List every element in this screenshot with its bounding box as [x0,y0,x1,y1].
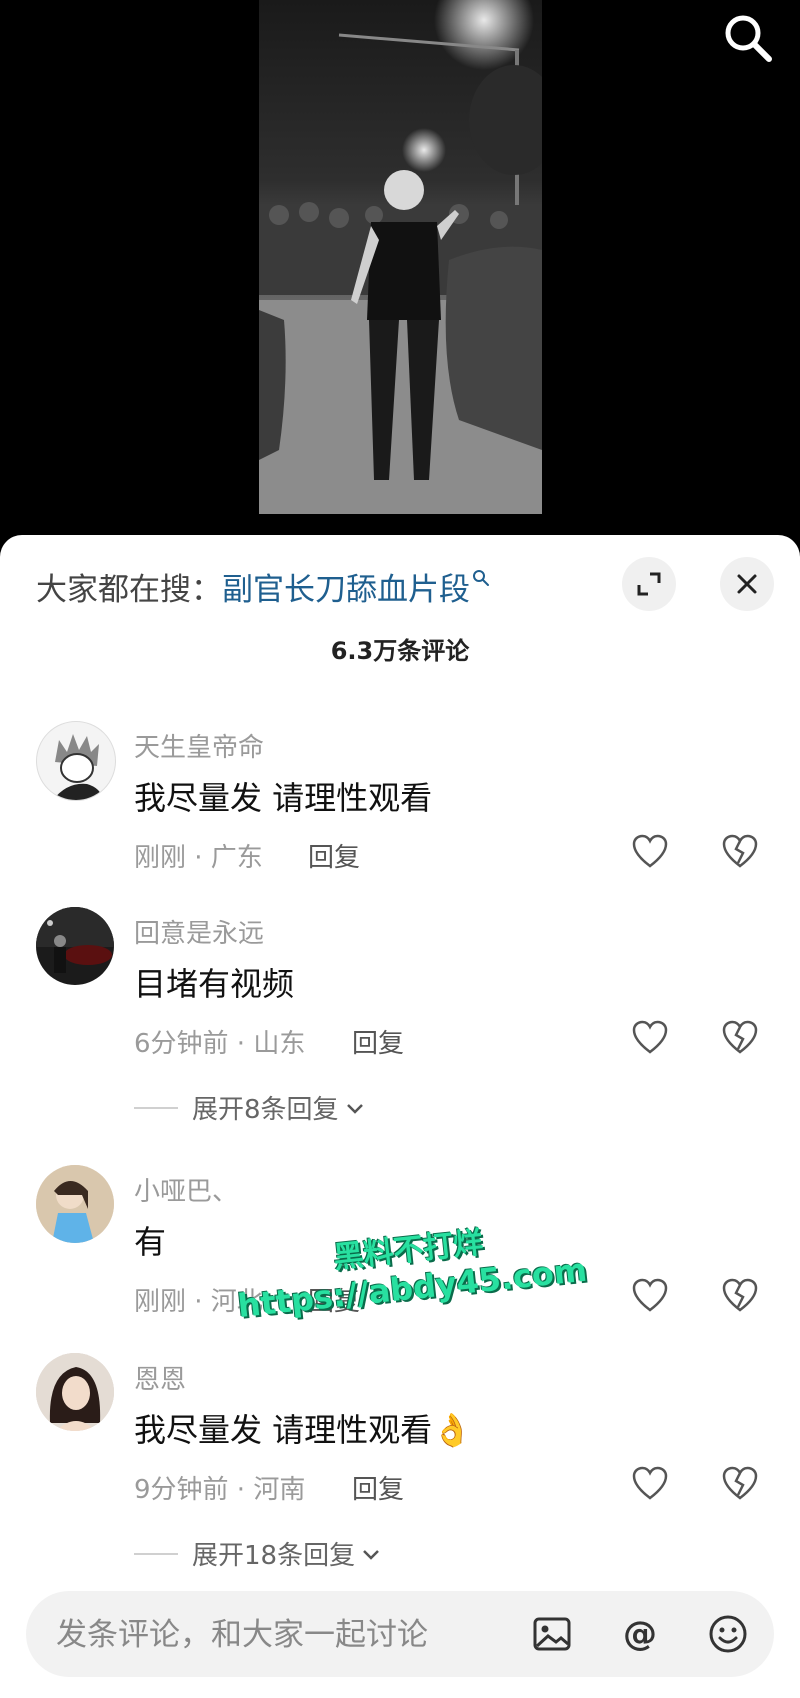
comment-meta: 刚刚 · 广东 [134,843,263,873]
trending-search[interactable]: 大家都在搜： 副官长刀舔血片段 [36,561,490,611]
heart-icon[interactable] [630,831,670,871]
trending-search-term[interactable]: 副官长刀舔血片段 [222,564,470,609]
divider [134,1106,178,1109]
close-button[interactable] [720,557,774,611]
heart-icon[interactable] [630,1463,670,1503]
avatar-image [36,907,114,973]
comment-text: 有 [134,1223,167,1261]
chevron-down-icon [363,1549,379,1560]
comment-item: 天生皇帝命 我尽量发 请理性观看 刚刚 · 广东 回复 [0,721,800,881]
expand-replies-button[interactable]: 展开18条回复 [134,1535,383,1572]
comment-text: 我尽量发 请理性观看👌 [134,1411,473,1449]
comment-meta: 9分钟前 · 河南 [134,1475,306,1505]
svg-text:@: @ [623,1614,657,1654]
divider [134,1552,178,1555]
video-frame[interactable] [259,0,542,514]
reply-button[interactable]: 回复 [352,1469,404,1506]
comment-username[interactable]: 恩恩 [134,1359,186,1396]
comment-meta: 6分钟前 · 山东 [134,1029,306,1059]
comment-username[interactable]: 回意是永远 [134,913,264,950]
avatar-image [36,1165,114,1243]
heart-icon[interactable] [630,1275,670,1315]
comment-text: 我尽量发 请理性观看 [134,779,433,817]
broken-heart-icon[interactable] [720,1275,760,1315]
avatar[interactable] [36,907,114,985]
comment-count: 6.3万条评论 [330,637,470,665]
avatar[interactable] [36,1353,114,1431]
broken-heart-icon[interactable] [720,1017,760,1057]
video-player[interactable] [0,0,800,540]
expand-replies-label: 展开18条回复 [192,1541,356,1571]
heart-icon[interactable] [630,1017,670,1057]
comment-username[interactable]: 天生皇帝命 [134,727,264,764]
video-thumbnail-image [259,0,542,514]
reply-button[interactable]: 回复 [308,837,360,874]
close-icon [737,574,757,594]
image-icon[interactable] [530,1612,574,1656]
comment-input[interactable] [54,1591,528,1679]
avatar-image [53,734,103,800]
avatar-image [36,1353,114,1431]
expand-replies-button[interactable]: 展开8条回复 [134,1089,367,1126]
at-icon[interactable]: @ [618,1612,662,1656]
reply-button[interactable]: 回复 [352,1023,404,1060]
trending-search-prefix: 大家都在搜： [36,571,222,608]
expand-button[interactable] [622,557,676,611]
avatar[interactable] [36,721,116,801]
emoji-icon[interactable] [706,1612,750,1656]
comment-item: 回意是永远 目堵有视频 6分钟前 · 山东 回复 [0,907,800,1067]
expand-replies-label: 展开8条回复 [192,1095,339,1125]
comment-item: 恩恩 我尽量发 请理性观看👌 9分钟前 · 河南 回复 [0,1353,800,1513]
search-hint-icon [473,570,489,586]
comment-input-bar: @ [26,1591,774,1679]
search-icon[interactable] [720,10,776,66]
comment-sheet: 大家都在搜： 副官长刀舔血片段 6.3万条评论 天生皇帝命 我尽量发 请理性观看… [0,535,800,1698]
expand-icon [637,572,661,596]
broken-heart-icon[interactable] [720,831,760,871]
chevron-down-icon [346,1103,363,1114]
comment-text: 目堵有视频 [134,965,295,1003]
broken-heart-icon[interactable] [720,1463,760,1503]
comment-username[interactable]: 小哑巴、 [134,1171,238,1208]
avatar[interactable] [36,1165,114,1243]
